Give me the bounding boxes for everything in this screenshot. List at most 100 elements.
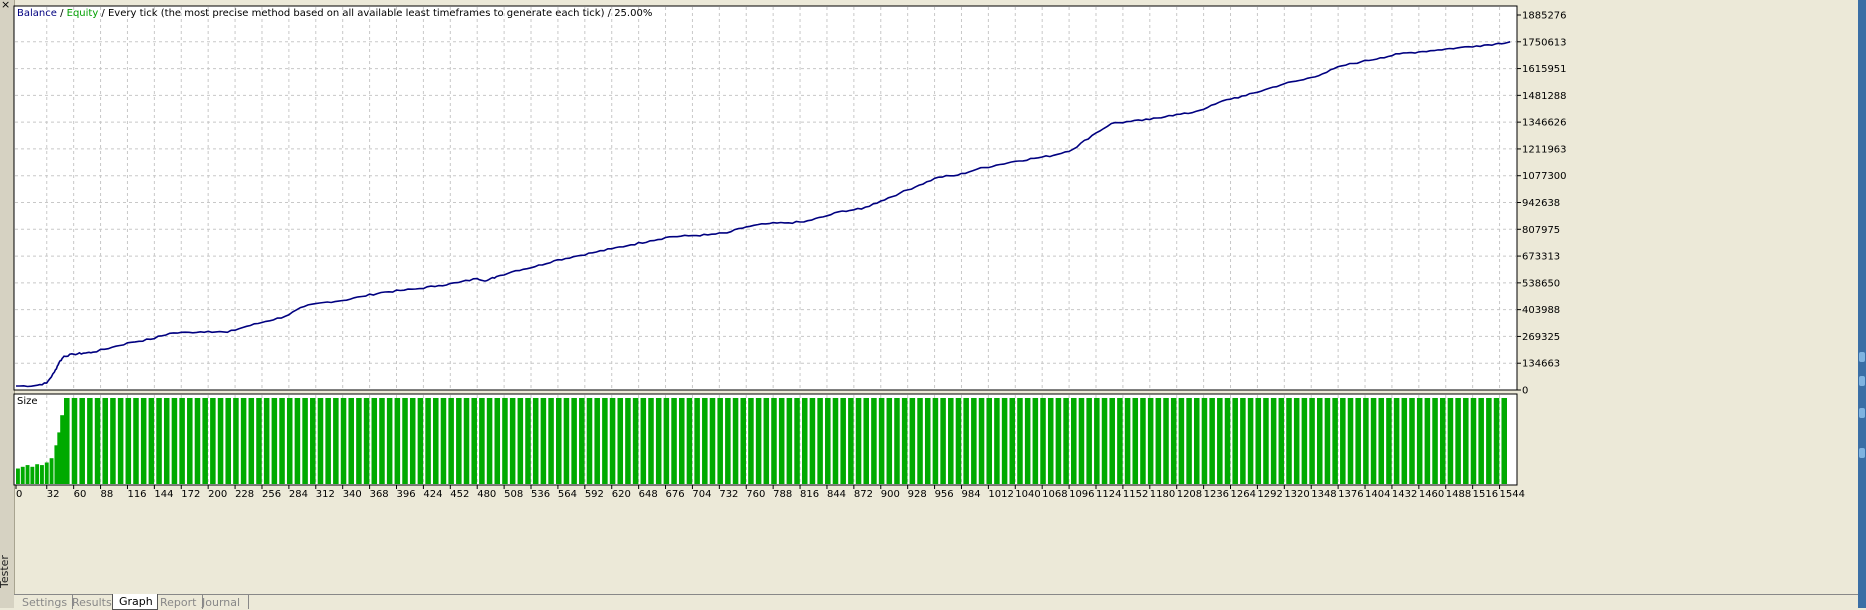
size-bar [625,398,631,484]
x-tick-label: 1516 [1473,489,1498,500]
size-bar [133,398,139,484]
size-bar [310,398,316,484]
size-bar [1170,398,1177,484]
size-bar [263,398,270,484]
tray-icon [1859,352,1865,362]
size-bar [356,398,362,484]
size-bar [1209,398,1215,484]
x-tick-label: 256 [262,489,281,500]
size-bar [848,398,854,484]
size-bar [1094,398,1100,484]
size-bar [1147,398,1154,484]
x-tick-label: 956 [935,489,954,500]
size-bar [279,398,285,484]
x-tick-label: 0 [16,489,22,500]
x-tick-label: 1124 [1096,489,1121,500]
size-bar [71,398,78,484]
size-bar [1032,398,1039,484]
size-bar [448,398,454,484]
size-bar [755,398,762,484]
size-bar [540,398,547,484]
size-bar [340,398,347,484]
size-bar [1001,398,1008,484]
size-bar [809,398,816,484]
x-tick-label: 592 [585,489,604,500]
size-bar [1316,398,1323,484]
size-bar [1255,398,1262,484]
size-bar [233,398,239,484]
tab-settings[interactable]: Settings [16,595,73,609]
size-bar [163,398,170,484]
size-bar [1186,398,1192,484]
size-bar [1286,398,1292,484]
x-tick-label: 480 [477,489,496,500]
x-tick-label: 452 [450,489,469,500]
size-bar [832,398,839,484]
size-bar [325,398,331,484]
y-tick-label: 134663 [1522,359,1560,370]
size-bar [1470,398,1477,484]
size-bar [463,398,470,484]
size-bar [1240,398,1246,484]
size-bar [1109,398,1115,484]
size-bar [801,398,808,484]
size-bar [948,398,954,484]
x-tick-label: 648 [639,489,658,500]
size-bar [994,398,1000,484]
size-bar [1478,398,1484,484]
y-tick-label: 1615951 [1522,64,1567,75]
x-tick-label: 564 [558,489,577,500]
size-bar [102,398,109,484]
x-axis-labels: 0 32 60 88 116 144 172 200 228 256 284 312 340 368 396… [15,485,1525,500]
size-bar [40,465,44,484]
size-bar [1332,398,1338,484]
x-tick-label: 732 [719,489,738,500]
x-tick-label: 704 [692,489,711,500]
size-bar [202,398,208,484]
legend-test-info: / Every tick (the most precise method ba… [98,8,652,19]
y-tick-label: 1346626 [1522,118,1567,129]
x-tick-label: 340 [343,489,362,500]
size-bar [494,398,501,484]
size-bar [532,398,539,484]
y-tick-label: 538650 [1522,278,1560,289]
size-bar [771,398,777,484]
size-bar [1409,398,1415,484]
y-tick-label: 403988 [1522,305,1560,316]
size-bar [648,398,654,484]
size-bar [579,398,585,484]
size-bar [225,398,231,484]
size-bar [640,398,647,484]
size-bar [1378,398,1385,484]
x-tick-label: 1152 [1123,489,1148,500]
size-bar [740,398,747,484]
size-bar [479,398,485,484]
size-bar [456,398,462,484]
size-bar [64,398,70,484]
size-bar [271,398,278,484]
size-bar [1447,398,1454,484]
size-bar [1309,398,1315,484]
tray-icon [1859,376,1865,386]
x-tick-label: 1432 [1392,489,1417,500]
size-bar [502,398,508,484]
size-bar [1432,398,1438,484]
size-bar [49,458,54,484]
x-tick-label: 928 [908,489,927,500]
x-tick-label: 312 [316,489,335,500]
legend-equity: Equity [67,8,99,19]
size-bar [194,398,201,484]
tab-journal[interactable]: Journal [196,595,249,609]
x-tick-label: 1544 [1500,489,1525,500]
size-bar [286,398,293,484]
x-tick-label: 1068 [1042,489,1067,500]
size-bar [1439,398,1446,484]
x-tick-label: 1348 [1311,489,1336,500]
size-bar [1055,398,1062,484]
y-tick-label: 1211963 [1522,144,1567,155]
size-bar [117,398,124,484]
size-bar [1247,398,1254,484]
x-tick-label: 844 [827,489,846,500]
size-bar [217,398,224,484]
size-bar [863,398,870,484]
